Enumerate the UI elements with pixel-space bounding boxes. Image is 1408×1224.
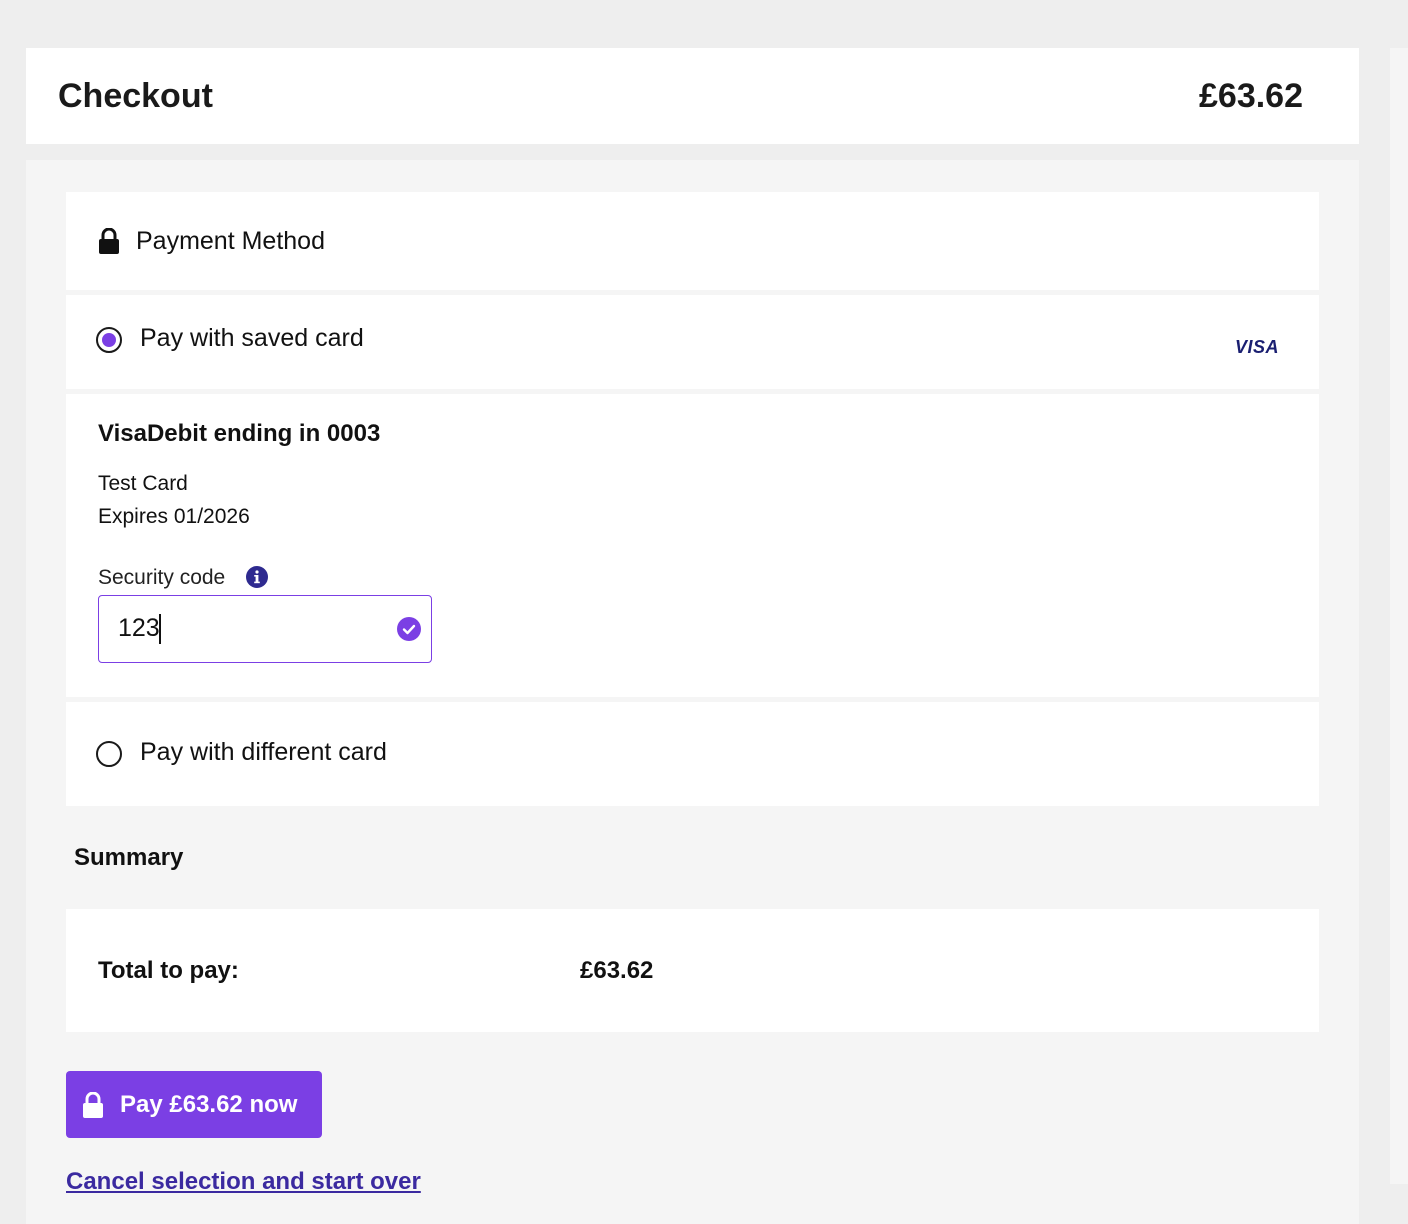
info-icon[interactable] <box>246 566 268 588</box>
checkout-header: Checkout £63.62 <box>26 48 1359 144</box>
security-code-label: Security code <box>98 566 226 589</box>
security-code-field[interactable] <box>98 595 432 663</box>
saved-card-label[interactable]: Pay with saved card <box>140 324 364 353</box>
card-name: VisaDebit ending in 0003 <box>98 420 381 447</box>
adjacent-panel-edge <box>1390 48 1408 1184</box>
card-expiry: Expires 01/2026 <box>98 505 250 528</box>
lock-icon <box>83 1091 103 1118</box>
header-amount: £63.62 <box>1199 76 1303 115</box>
summary-title: Summary <box>74 844 184 871</box>
payment-method-header: Payment Method <box>66 192 1319 290</box>
lock-icon <box>99 228 119 254</box>
saved-card-option[interactable]: Pay with saved card VISA <box>66 295 1319 389</box>
pay-now-button[interactable]: Pay £63.62 now <box>66 1071 322 1138</box>
summary-total: Total to pay: £63.62 <box>66 909 1319 1032</box>
different-card-radio[interactable] <box>96 741 122 767</box>
saved-card-details: VisaDebit ending in 0003 Test Card Expir… <box>66 394 1319 697</box>
page-title: Checkout <box>58 76 213 115</box>
cancel-selection-link[interactable]: Cancel selection and start over <box>66 1168 421 1196</box>
valid-check-icon <box>397 617 421 641</box>
different-card-label[interactable]: Pay with different card <box>140 738 387 767</box>
total-label: Total to pay: <box>98 957 239 984</box>
pay-now-label: Pay £63.62 now <box>120 1090 298 1118</box>
visa-logo-icon: VISA <box>1234 337 1279 357</box>
different-card-option[interactable]: Pay with different card <box>66 702 1319 806</box>
card-holder: Test Card <box>98 472 188 495</box>
checkout-panel: Payment Method Pay with saved card VISA … <box>26 160 1359 1224</box>
text-caret <box>159 614 161 644</box>
saved-card-radio[interactable] <box>96 327 122 353</box>
security-code-input[interactable] <box>99 596 379 660</box>
payment-method-title: Payment Method <box>136 226 325 255</box>
total-value: £63.62 <box>580 957 654 984</box>
